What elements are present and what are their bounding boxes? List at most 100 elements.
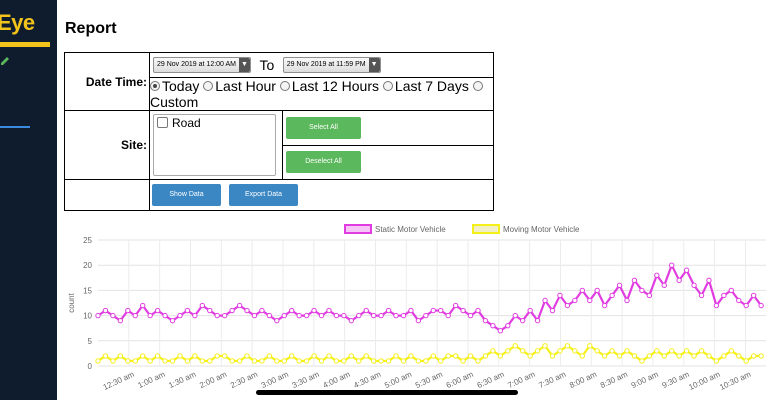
data-point bbox=[736, 297, 742, 304]
data-point bbox=[162, 358, 168, 364]
x-tick-label: 7:00 am bbox=[506, 370, 536, 391]
select-all-button[interactable]: Select All bbox=[286, 116, 361, 139]
page-title: Report bbox=[65, 20, 117, 37]
data-point bbox=[594, 348, 600, 354]
app-logo[interactable]: Eye bbox=[0, 6, 50, 47]
data-point bbox=[572, 297, 578, 304]
logo-underline bbox=[0, 42, 50, 47]
data-point bbox=[341, 358, 347, 364]
radio-today[interactable]: Today bbox=[150, 78, 199, 94]
data-point bbox=[475, 358, 481, 364]
data-point bbox=[400, 312, 407, 319]
data-point bbox=[415, 317, 422, 324]
radio-custom-icon[interactable] bbox=[472, 81, 483, 91]
x-tick-label: 8:00 am bbox=[568, 370, 598, 391]
data-point bbox=[497, 353, 504, 359]
data-point bbox=[706, 277, 712, 284]
data-point bbox=[274, 358, 280, 364]
legend-swatch bbox=[344, 224, 372, 234]
data-point bbox=[281, 358, 287, 364]
pencil-icon[interactable] bbox=[0, 54, 12, 66]
legend-label: Moving Motor Vehicle bbox=[503, 225, 580, 234]
data-point bbox=[415, 358, 422, 364]
data-point bbox=[132, 358, 138, 364]
data-point bbox=[408, 307, 414, 314]
data-point bbox=[311, 307, 317, 314]
site-item-road[interactable]: Road bbox=[157, 116, 201, 130]
home-indicator[interactable] bbox=[256, 390, 518, 395]
data-point bbox=[408, 353, 414, 359]
data-point bbox=[326, 307, 332, 314]
data-point bbox=[587, 343, 593, 349]
data-point bbox=[147, 358, 153, 364]
traffic-count-chart: 0 5 10 15 20 25 count 12:30 am 1:00 am 1:30 am 2:0… bbox=[67, 224, 766, 392]
radio-last-hour[interactable]: Last Hour bbox=[203, 78, 276, 94]
data-point bbox=[125, 358, 131, 364]
show-data-button[interactable]: Show Data bbox=[152, 184, 221, 206]
x-tick-label: 6:00 am bbox=[445, 370, 475, 391]
data-point bbox=[289, 353, 295, 359]
radio-label: Today bbox=[162, 78, 200, 94]
data-point bbox=[698, 292, 705, 299]
data-point bbox=[482, 353, 489, 359]
data-point bbox=[609, 348, 615, 354]
data-point bbox=[691, 353, 697, 359]
data-point bbox=[259, 358, 265, 364]
checkbox-icon bbox=[157, 117, 168, 128]
data-point bbox=[527, 307, 533, 314]
to-datetime-select[interactable]: 29 Nov 2019 at 11:59 PM ▼ bbox=[282, 56, 381, 73]
data-point bbox=[661, 353, 667, 359]
data-point bbox=[639, 287, 645, 294]
data-point bbox=[370, 358, 377, 364]
legend-label: Static Motor Vehicle bbox=[375, 225, 446, 234]
x-tick-label: 3:00 am bbox=[260, 370, 290, 391]
logo-text: Eye bbox=[0, 10, 35, 35]
data-point bbox=[95, 358, 101, 364]
data-point bbox=[274, 317, 280, 324]
data-point bbox=[728, 348, 735, 354]
data-point bbox=[482, 317, 489, 324]
data-point bbox=[154, 353, 161, 359]
data-point bbox=[669, 348, 675, 354]
data-point bbox=[229, 358, 235, 364]
data-point bbox=[423, 312, 429, 319]
data-point bbox=[259, 307, 265, 314]
from-datetime-select[interactable]: 29 Nov 2019 at 12:00 AM ▼ bbox=[153, 56, 251, 73]
radio-last-12-hours[interactable]: Last 12 Hours bbox=[279, 78, 379, 94]
select-all-cell: Select All bbox=[282, 110, 494, 146]
x-tick-label: 10:00 am bbox=[687, 370, 721, 392]
x-tick-label: 12:30 am bbox=[102, 370, 136, 392]
data-point bbox=[125, 307, 131, 314]
data-point bbox=[266, 353, 273, 359]
data-point bbox=[475, 307, 481, 314]
export-data-button[interactable]: Export Data bbox=[229, 184, 298, 206]
data-point bbox=[460, 307, 466, 314]
data-point bbox=[601, 302, 608, 309]
data-point bbox=[400, 358, 407, 364]
radio-last-7-days[interactable]: Last 7 Days bbox=[382, 78, 469, 94]
data-point bbox=[370, 312, 377, 319]
data-point bbox=[169, 358, 176, 364]
chart-container: 0 5 10 15 20 25 count 12:30 am 1:00 am 1:30 am 2:0… bbox=[60, 220, 770, 400]
data-point bbox=[177, 312, 183, 319]
data-point bbox=[363, 353, 369, 359]
data-point bbox=[639, 358, 645, 364]
data-point bbox=[557, 292, 563, 299]
data-point bbox=[214, 353, 220, 359]
data-point bbox=[646, 292, 653, 299]
x-tick-label: 6:30 am bbox=[476, 370, 506, 391]
data-point bbox=[207, 358, 213, 364]
x-tick-label: 8:30 am bbox=[599, 370, 629, 391]
x-tick-label: 10:30 am bbox=[718, 370, 752, 392]
data-point bbox=[110, 358, 116, 364]
site-list[interactable]: Road bbox=[153, 114, 276, 176]
site-list-cell: Road bbox=[149, 110, 283, 180]
deselect-all-button[interactable]: Deselect All bbox=[286, 151, 361, 174]
data-point bbox=[162, 312, 168, 319]
data-point bbox=[423, 358, 429, 364]
range-radio-group: Today Last Hour Last 12 Hours Last 7 Day… bbox=[149, 77, 494, 111]
series-line bbox=[97, 262, 763, 333]
radio-custom-label[interactable]: Custom bbox=[150, 94, 198, 110]
data-point bbox=[348, 353, 355, 359]
radio-label: Last Hour bbox=[215, 78, 276, 94]
